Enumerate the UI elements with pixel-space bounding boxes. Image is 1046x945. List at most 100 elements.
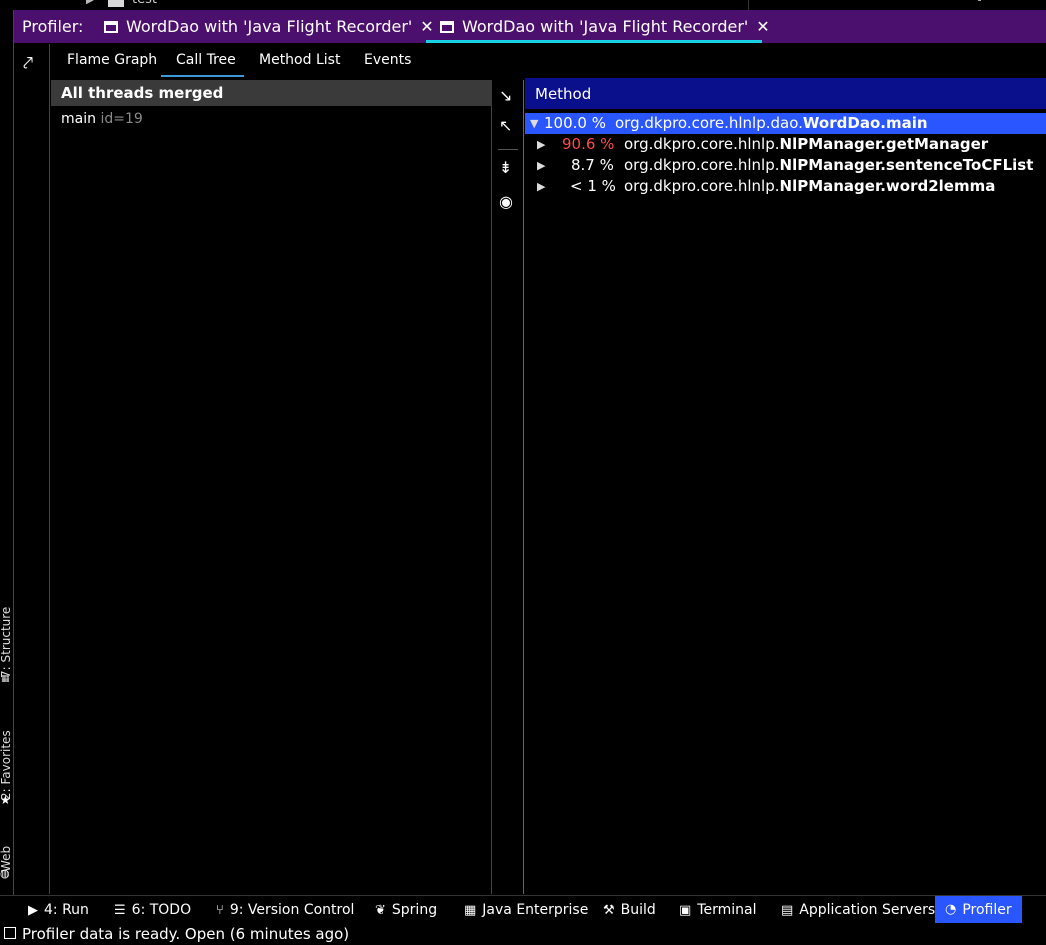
globe-icon: ◍ (0, 867, 10, 880)
row-method: org.dkpro.core.hlnlp.NlPManager.word2lem… (624, 177, 995, 195)
method-panel: Method ▼ 100.0 % org.dkpro.core.hlnlp.da… (525, 78, 1046, 894)
row-method: org.dkpro.core.hlnlp.NlPManager.getManag… (624, 135, 988, 153)
tool-window-favorites[interactable]: 2: Favorites (0, 730, 13, 800)
top-strip: ▶ test (0, 0, 1046, 10)
expand-triangle-icon[interactable]: ▶ (537, 159, 545, 172)
window-icon (104, 20, 118, 33)
row-method: org.dkpro.core.hlnlp.NlPManager.sentence… (624, 156, 1033, 174)
tab-flame-graph[interactable]: Flame Graph (67, 52, 157, 68)
row-method: org.dkpro.core.hlnlp.dao.WordDao.main (615, 114, 928, 132)
bottom-tool-bar: ▶ 4: Run ☰ 6: TODO ⑂ 9: Version Control ❦ Sp… (0, 895, 1046, 923)
tab-events[interactable]: Events (364, 52, 411, 68)
profiler-tab-label: WordDao with 'Java Flight Recorder' (126, 17, 413, 36)
expand-arrow-icon[interactable]: ▶ (86, 0, 94, 6)
view-tabs: Flame Graph Call Tree Method List Events (51, 44, 1046, 77)
tree-row[interactable]: ▶ 8.7 % org.dkpro.core.hlnlp.NlPManager.… (525, 155, 1046, 176)
thread-id: id=19 (100, 111, 143, 127)
profiler-label: Profiler: (22, 17, 84, 36)
tree-row[interactable]: ▶ < 1 % org.dkpro.core.hlnlp.NlPManager.… (525, 176, 1046, 197)
collapse-all-icon[interactable]: ↖ (499, 116, 512, 135)
expand-triangle-icon[interactable]: ▶ (537, 138, 545, 151)
active-view-indicator (161, 75, 244, 77)
row-package: org.dkpro.core.hlnlp.dao. (615, 114, 803, 132)
tool-version-control[interactable]: ⑂ 9: Version Control (216, 902, 354, 918)
active-tab-indicator (426, 40, 762, 43)
threads-header[interactable]: All threads merged (51, 80, 492, 106)
close-icon[interactable]: ✕ (420, 17, 433, 36)
row-percent: 100.0 % (544, 114, 606, 132)
terminal-icon: ▣ (679, 903, 692, 918)
tree-toolbar: ↘ ↖ ⇟ ◉ (493, 80, 524, 894)
tool-spring-label: Spring (391, 902, 438, 918)
structure-icon: ▦ (1, 674, 10, 684)
status-bar: Profiler data is ready. Open (6 minutes … (0, 923, 1046, 945)
status-message[interactable]: Profiler data is ready. Open (6 minutes … (22, 925, 349, 943)
tab-method-list[interactable]: Method List (259, 52, 340, 68)
tool-version-control-label: 9: Version Control (229, 902, 355, 918)
tool-terminal-label: Terminal (697, 902, 757, 918)
row-package: org.dkpro.core.hlnlp. (624, 177, 780, 195)
scroll-marker (978, 0, 981, 1)
open-in-new-window-icon[interactable]: ⤤ (23, 53, 33, 74)
panel-divider (748, 0, 749, 10)
collapse-triangle-icon[interactable]: ▼ (530, 117, 538, 130)
row-method-name: WordDao.main (802, 114, 928, 132)
tool-application-servers[interactable]: ▤ Application Servers (781, 902, 935, 918)
row-package: org.dkpro.core.hlnlp. (624, 156, 780, 174)
eye-icon[interactable]: ◉ (499, 192, 513, 211)
tool-window-structure[interactable]: 7: Structure (0, 607, 13, 678)
left-tool-strip: 7: Structure ▦ 2: Favorites ★ Web ◍ (0, 10, 14, 895)
leaf-icon: ❦ (375, 903, 386, 918)
close-icon[interactable]: ✕ (756, 17, 769, 36)
row-method-name: NlPManager.word2lemma (779, 177, 996, 195)
hammer-icon: ⚒ (603, 903, 615, 918)
tool-terminal[interactable]: ▣ Terminal (679, 902, 756, 918)
thread-name: main (61, 111, 96, 127)
tab-call-tree[interactable]: Call Tree (176, 52, 236, 68)
project-tree-item-label[interactable]: test (132, 0, 157, 7)
tool-run[interactable]: ▶ 4: Run (28, 902, 89, 918)
branch-icon: ⑂ (216, 903, 224, 918)
window-icon (440, 20, 454, 33)
profiler-side-toolbar: ⤤ (15, 44, 50, 894)
profiler-tab-1[interactable]: WordDao with 'Java Flight Recorder' ✕ (104, 10, 434, 43)
row-percent: 90.6 % (562, 135, 615, 153)
row-method-name: NlPManager.getManager (779, 135, 989, 153)
threads-header-label: All threads merged (61, 84, 224, 102)
profiler-icon: ◔ (945, 902, 957, 917)
tool-build[interactable]: ⚒ Build (603, 902, 656, 918)
folder-icon (108, 0, 124, 7)
building-icon: ▦ (464, 903, 477, 918)
window-toggle-icon[interactable] (4, 927, 16, 939)
list-icon: ☰ (114, 903, 126, 918)
merge-icon[interactable]: ⇟ (499, 158, 512, 177)
tool-todo-label: 6: TODO (131, 902, 192, 918)
tool-profiler-label: Profiler (962, 901, 1012, 918)
star-icon: ★ (0, 793, 11, 807)
server-icon: ▤ (781, 903, 794, 918)
method-header-label: Method (535, 85, 592, 103)
tool-java-enterprise[interactable]: ▦ Java Enterprise (464, 902, 588, 918)
tree-row[interactable]: ▼ 100.0 % org.dkpro.core.hlnlp.dao.WordD… (525, 113, 1046, 134)
row-package: org.dkpro.core.hlnlp. (624, 135, 780, 153)
profiler-tab-2[interactable]: WordDao with 'Java Flight Recorder' ✕ (440, 10, 770, 43)
tool-java-enterprise-label: Java Enterprise (482, 902, 589, 918)
expand-all-icon[interactable]: ↘ (499, 86, 512, 105)
row-percent: 8.7 % (571, 156, 614, 174)
profiler-tab-bar: Profiler: WordDao with 'Java Flight Reco… (14, 10, 1046, 43)
tool-build-label: Build (620, 902, 656, 918)
row-method-name: NlPManager.sentenceToCFList (779, 156, 1034, 174)
method-column-header[interactable]: Method (525, 78, 1046, 109)
tool-application-servers-label: Application Servers (799, 902, 936, 918)
toolbar-separator (498, 149, 518, 150)
row-percent: < 1 % (570, 177, 616, 195)
play-icon: ▶ (28, 903, 38, 918)
tool-profiler[interactable]: ◔ Profiler (935, 896, 1022, 923)
tool-todo[interactable]: ☰ 6: TODO (114, 902, 191, 918)
expand-triangle-icon[interactable]: ▶ (537, 180, 545, 193)
thread-item[interactable]: main id=19 (61, 111, 143, 127)
tool-run-label: 4: Run (44, 902, 89, 918)
tree-row[interactable]: ▶ 90.6 % org.dkpro.core.hlnlp.NlPManager… (525, 134, 1046, 155)
threads-panel: All threads merged main id=19 (51, 80, 492, 894)
tool-spring[interactable]: ❦ Spring (375, 902, 437, 918)
